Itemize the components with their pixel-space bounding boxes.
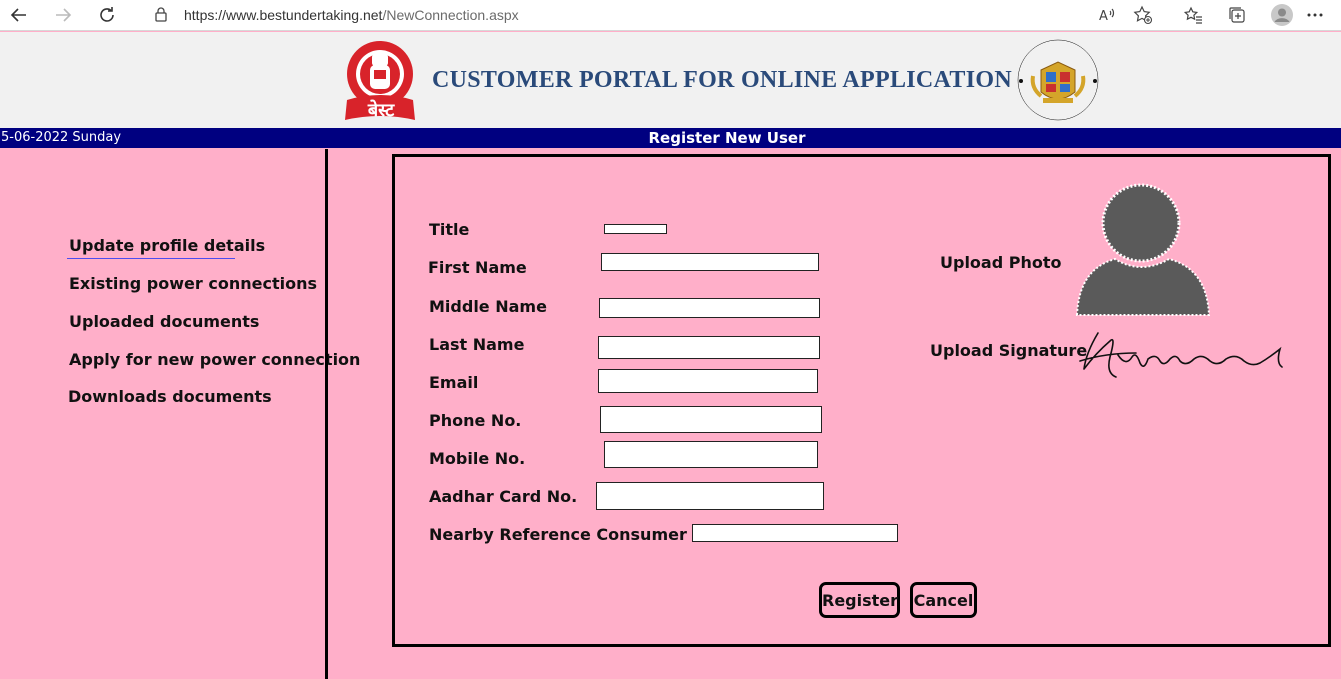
lock-icon[interactable] (154, 6, 168, 27)
url-text: https://www.bestundertaking.net/NewConne… (184, 7, 519, 23)
sidebar-active-underline (67, 258, 235, 259)
profile-avatar[interactable] (1269, 3, 1295, 27)
aadhar-label: Aadhar Card No. (429, 487, 578, 506)
first-name-label: First Name (428, 258, 527, 277)
best-logo: बेस्ट (343, 38, 421, 129)
signature-image[interactable] (1076, 323, 1286, 388)
aadhar-field[interactable] (596, 482, 824, 510)
register-button[interactable]: Register (819, 582, 900, 618)
page-title: Register New User (648, 129, 806, 147)
read-aloud-icon[interactable]: A (1094, 3, 1120, 27)
more-menu-icon[interactable] (1302, 3, 1328, 27)
refresh-icon[interactable] (94, 3, 120, 27)
sidebar-item-apply-new-connection[interactable]: Apply for new power connection (69, 350, 360, 369)
cancel-button[interactable]: Cancel (910, 582, 977, 618)
sidebar-item-uploaded-documents[interactable]: Uploaded documents (69, 312, 259, 331)
mobile-label: Mobile No. (429, 449, 526, 468)
upload-signature-label: Upload Signature (930, 341, 1088, 360)
email-field[interactable] (598, 369, 818, 393)
svg-text:A: A (1099, 9, 1108, 24)
last-name-field[interactable] (598, 336, 820, 359)
site-header: बेस्ट CUSTOMER PORTAL FOR ONLINE APPLICA… (0, 32, 1341, 128)
forward-icon[interactable] (50, 3, 76, 27)
middle-name-field[interactable] (599, 298, 820, 318)
address-bar[interactable]: https://www.bestundertaking.net/NewConne… (142, 2, 1162, 28)
reference-consumer-field[interactable] (692, 524, 898, 542)
middle-name-label: Middle Name (429, 297, 547, 316)
mcgm-seal-icon (1013, 36, 1103, 129)
best-logo-text: बेस्ट (367, 100, 395, 121)
back-icon[interactable] (6, 3, 32, 27)
title-label: Title (429, 220, 470, 239)
upload-photo-label: Upload Photo (940, 253, 1062, 272)
sidebar-item-update-profile[interactable]: Update profile details (69, 236, 265, 255)
favorite-add-icon[interactable] (1130, 3, 1156, 27)
collections-icon[interactable] (1224, 3, 1250, 27)
sidebar-item-download-documents[interactable]: Downloads documents (68, 387, 272, 406)
favorites-icon[interactable] (1180, 3, 1206, 27)
phone-label: Phone No. (429, 411, 522, 430)
portal-title: CUSTOMER PORTAL FOR ONLINE APPLICATION (432, 67, 1012, 93)
info-bar: 5-06-2022 Sunday Register New User (0, 128, 1341, 148)
url-host: https://www.bestundertaking.net (184, 7, 383, 23)
title-field[interactable] (604, 224, 667, 234)
phone-field[interactable] (600, 406, 822, 433)
browser-toolbar: https://www.bestundertaking.net/NewConne… (0, 0, 1341, 31)
email-label: Email (429, 373, 479, 392)
last-name-label: Last Name (429, 335, 525, 354)
upload-photo-placeholder[interactable] (1075, 183, 1211, 322)
url-path: /NewConnection.aspx (382, 7, 519, 23)
mobile-field[interactable] (604, 441, 818, 468)
sidebar-item-existing-connections[interactable]: Existing power connections (69, 274, 317, 293)
first-name-field[interactable] (601, 253, 819, 271)
reference-consumer-label: Nearby Reference Consumer No. (429, 525, 723, 544)
sidebar-divider (325, 149, 328, 679)
